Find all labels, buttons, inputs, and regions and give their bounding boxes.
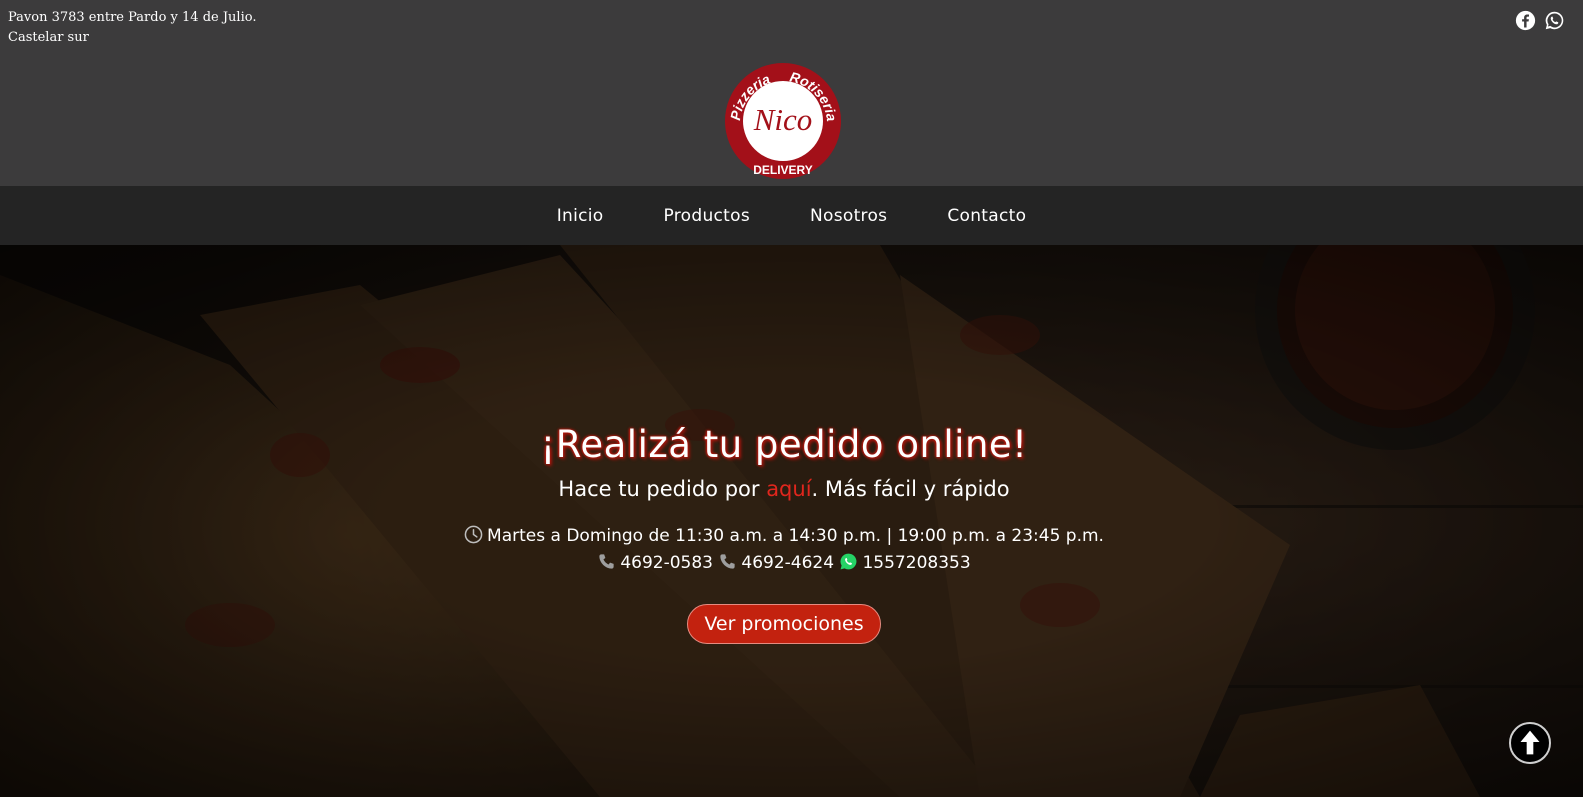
address-line-1: Pavon 3783 entre Pardo y 14 de Julio.: [8, 10, 257, 25]
clock-icon: [464, 525, 483, 544]
hero-section: ¡Realizá tu pedido online! Hace tu pedid…: [0, 245, 1583, 797]
nav-item-productos[interactable]: Productos: [664, 206, 751, 226]
view-promotions-button[interactable]: Ver promociones: [687, 604, 881, 644]
nav-item-contacto[interactable]: Contacto: [947, 206, 1026, 226]
hours-text: Martes a Domingo de 11:30 a.m. a 14:30 p…: [487, 526, 1104, 546]
logo[interactable]: Pizzeria Rotiseria Nico DELIVERY: [722, 63, 844, 179]
nav-item-inicio[interactable]: Inicio: [557, 206, 604, 226]
whatsapp-number[interactable]: 1557208353: [862, 553, 970, 573]
back-to-top-button[interactable]: [1509, 722, 1551, 764]
address: Pavon 3783 entre Pardo y 14 de Julio. Ca…: [8, 8, 256, 48]
hero-headline: ¡Realizá tu pedido online!: [540, 423, 1028, 466]
address-line-2: Castelar sur: [8, 30, 89, 45]
logo-delivery-text: DELIVERY: [753, 163, 813, 177]
opening-hours: Martes a Domingo de 11:30 a.m. a 14:30 p…: [0, 525, 1568, 546]
order-here-link[interactable]: aquí: [766, 477, 811, 501]
hero-subline-end: . Más fácil y rápido: [811, 477, 1010, 501]
whatsapp-icon: [841, 553, 857, 570]
phone-2[interactable]: 4692-4624: [741, 553, 834, 573]
hero-subline: Hace tu pedido por aquí. Más fácil y ráp…: [0, 477, 1568, 501]
main-nav: Inicio Productos Nosotros Contacto: [0, 186, 1583, 245]
contact-phones: 4692-0583 4692-4624 1557208353: [0, 552, 1568, 573]
social-links: [1515, 10, 1565, 31]
arrow-up-icon: [1520, 730, 1540, 755]
whatsapp-icon[interactable]: [1544, 10, 1565, 31]
nav-item-nosotros[interactable]: Nosotros: [810, 206, 887, 226]
logo-name: Nico: [753, 102, 813, 137]
phone-icon: [599, 554, 614, 569]
phone-icon: [720, 554, 736, 569]
hero-background-image: [0, 245, 1583, 797]
facebook-icon[interactable]: [1515, 10, 1536, 31]
hero-subline-start: Hace tu pedido por: [558, 477, 767, 501]
phone-1[interactable]: 4692-0583: [620, 553, 713, 573]
top-header: Pavon 3783 entre Pardo y 14 de Julio. Ca…: [0, 0, 1583, 186]
